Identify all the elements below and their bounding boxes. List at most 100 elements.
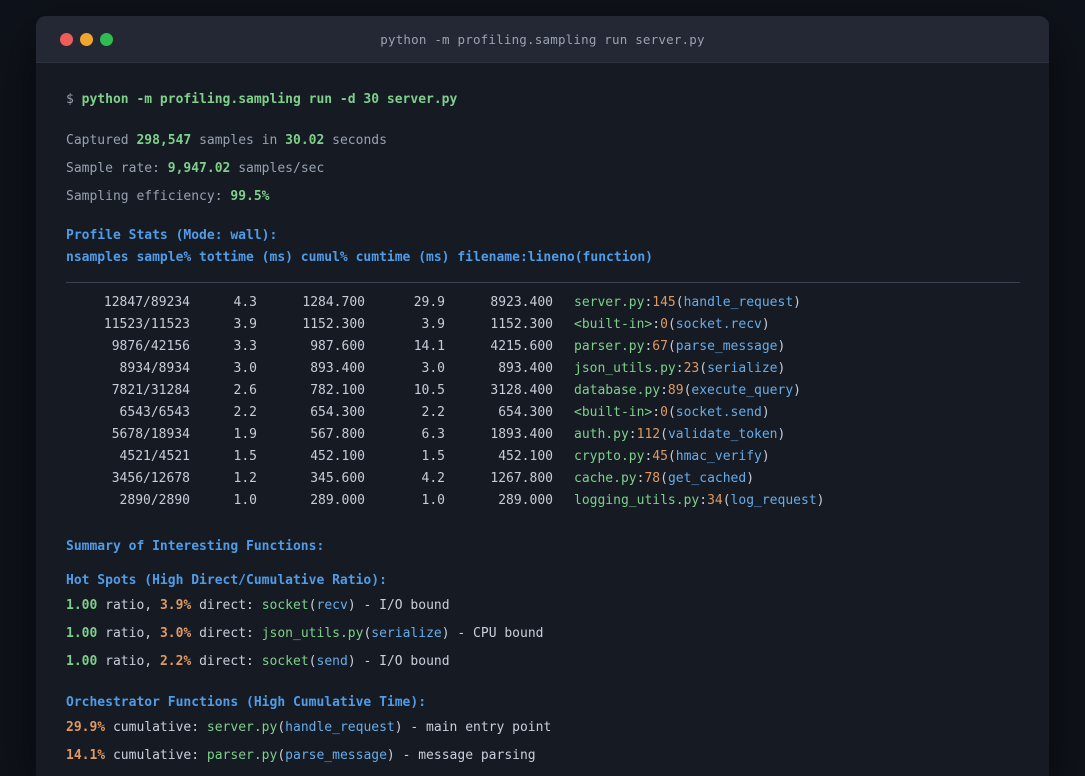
hot-func: serialize [371, 626, 442, 641]
row-file: server.py [574, 295, 645, 310]
orch-suffix: - message parsing [394, 748, 536, 763]
lparen: ( [667, 405, 676, 420]
row-file: database.py [574, 383, 661, 398]
row-cumul-pct: 29.9 [413, 295, 445, 310]
rparen: ) [777, 339, 786, 354]
row-sample-pct: 3.3 [233, 339, 257, 354]
row-lineno: 67 [652, 339, 668, 354]
rparen: ) [777, 427, 786, 442]
row-tottime: 654.300 [310, 405, 365, 420]
row-func-name: handle_request [683, 295, 794, 310]
command-text: python -m profiling.sampling run -d 30 s… [81, 92, 458, 107]
summary-heading: Summary of Interesting Functions: [66, 539, 325, 554]
hot-spots-heading: Hot Spots (High Direct/Cumulative Ratio)… [66, 573, 387, 588]
orch-file: server.py [206, 720, 278, 735]
colon: : [675, 361, 684, 376]
ratio-label: ratio, [97, 626, 160, 641]
row-cumul-pct: 10.5 [413, 383, 445, 398]
hot-spot-line: 1.00 ratio, 3.0% direct: json_utils.py(s… [66, 620, 1020, 648]
row-nsamples: 3456/12678 [111, 471, 190, 486]
orchestrator-line: 29.9% cumulative: server.py(handle_reque… [66, 714, 1020, 742]
hot-ratio: 1.00 [66, 626, 98, 641]
lparen: ( [277, 748, 286, 763]
table-row: 8934/8934 3.0 893.400 3.0 893.400 json_utils.… [66, 358, 1020, 380]
orch-file: parser.py [206, 748, 278, 763]
row-func-name: hmac_verify [675, 449, 762, 464]
row-function: cache.py:78(get_cached) [553, 468, 754, 490]
table-row: 6543/6543 2.2 654.300 2.2 654.300 <built-in>:… [66, 402, 1020, 424]
captured-seconds-value: 30.02 [285, 133, 325, 148]
table-row: 9876/42156 3.3 987.600 14.1 4215.600 parser.p… [66, 336, 1020, 358]
row-cumul-pct: 14.1 [413, 339, 445, 354]
terminal-output: $ python -m profiling.sampling run -d 30… [36, 63, 1049, 770]
rparen: ) [386, 748, 395, 763]
rparen: ) [394, 720, 403, 735]
row-cumtime: 8923.400 [490, 295, 553, 310]
row-file: crypto.py [574, 449, 645, 464]
rparen: ) [347, 654, 356, 669]
row-tottime: 987.600 [310, 339, 365, 354]
orch-pct: 14.1% [66, 748, 106, 763]
row-cumtime: 1267.800 [490, 471, 553, 486]
row-tottime: 893.400 [310, 361, 365, 376]
captured-mid-label: samples in [191, 133, 286, 148]
row-tottime: 289.000 [310, 493, 365, 508]
orch-func: handle_request [285, 720, 395, 735]
hot-ratio: 1.00 [66, 598, 98, 613]
row-lineno: 112 [636, 427, 661, 442]
row-sample-pct: 1.0 [233, 493, 257, 508]
cumulative-label: cumulative: [105, 720, 207, 735]
row-sample-pct: 3.0 [233, 361, 257, 376]
row-cumul-pct: 2.2 [421, 405, 445, 420]
lparen: ( [675, 295, 684, 310]
table-row: 2890/2890 1.0 289.000 1.0 289.000 logging_uti… [66, 490, 1020, 512]
row-function: auth.py:112(validate_token) [553, 424, 785, 446]
hot-func: recv [316, 598, 348, 613]
orch-suffix: - main entry point [402, 720, 552, 735]
row-tottime: 1152.300 [302, 317, 365, 332]
rparen: ) [793, 295, 801, 310]
hot-func: send [316, 654, 348, 669]
rparen: ) [761, 405, 770, 420]
row-cumul-pct: 1.5 [421, 449, 445, 464]
direct-label: direct: [191, 598, 262, 613]
row-lineno: 0 [660, 317, 668, 332]
row-func-name: parse_message [675, 339, 778, 354]
direct-label: direct: [191, 654, 262, 669]
row-cumtime: 654.300 [498, 405, 553, 420]
row-lineno: 34 [707, 493, 723, 508]
rparen: ) [816, 493, 825, 508]
row-cumul-pct: 1.0 [421, 493, 445, 508]
row-cumul-pct: 6.3 [421, 427, 445, 442]
hot-file: socket [261, 654, 309, 669]
hot-suffix: - I/O bound [355, 598, 450, 613]
lparen: ( [722, 493, 731, 508]
row-nsamples: 12847/89234 [103, 295, 190, 310]
row-function: logging_utils.py:34(log_request) [553, 490, 824, 512]
row-cumtime: 1893.400 [490, 427, 553, 442]
rate-value: 9,947.02 [167, 161, 231, 176]
row-sample-pct: 4.3 [233, 295, 257, 310]
lparen: ( [667, 449, 676, 464]
row-nsamples: 7821/31284 [111, 383, 190, 398]
colon: : [660, 383, 668, 398]
titlebar[interactable]: python -m profiling.sampling run server.… [36, 16, 1049, 63]
row-file: parser.py [574, 339, 645, 354]
table-row: 12847/89234 4.3 1284.700 29.9 8923.400 server… [66, 292, 1020, 314]
profile-columns-header: nsamples sample% tottime (ms) cumul% cum… [66, 250, 653, 265]
row-func-name: log_request [730, 493, 817, 508]
table-row: 4521/4521 1.5 452.100 1.5 452.100 crypto.py:4… [66, 446, 1020, 468]
table-row: 5678/18934 1.9 567.800 6.3 1893.400 auth.py:1… [66, 424, 1020, 446]
efficiency-line: Sampling efficiency: 99.5% [66, 183, 1020, 211]
profile-stats-heading: Profile Stats (Mode: wall): [66, 228, 278, 243]
row-function: database.py:89(execute_query) [553, 380, 801, 402]
hot-pct: 3.0% [159, 626, 192, 641]
terminal-window: python -m profiling.sampling run server.… [36, 16, 1049, 776]
row-tottime: 452.100 [310, 449, 365, 464]
row-tottime: 567.800 [310, 427, 365, 442]
row-function: <built-in>:0(socket.recv) [553, 314, 770, 336]
row-lineno: 145 [652, 295, 676, 310]
row-nsamples: 4521/4521 [119, 449, 190, 464]
hot-file: json_utils.py [261, 626, 364, 641]
rparen: ) [761, 317, 770, 332]
